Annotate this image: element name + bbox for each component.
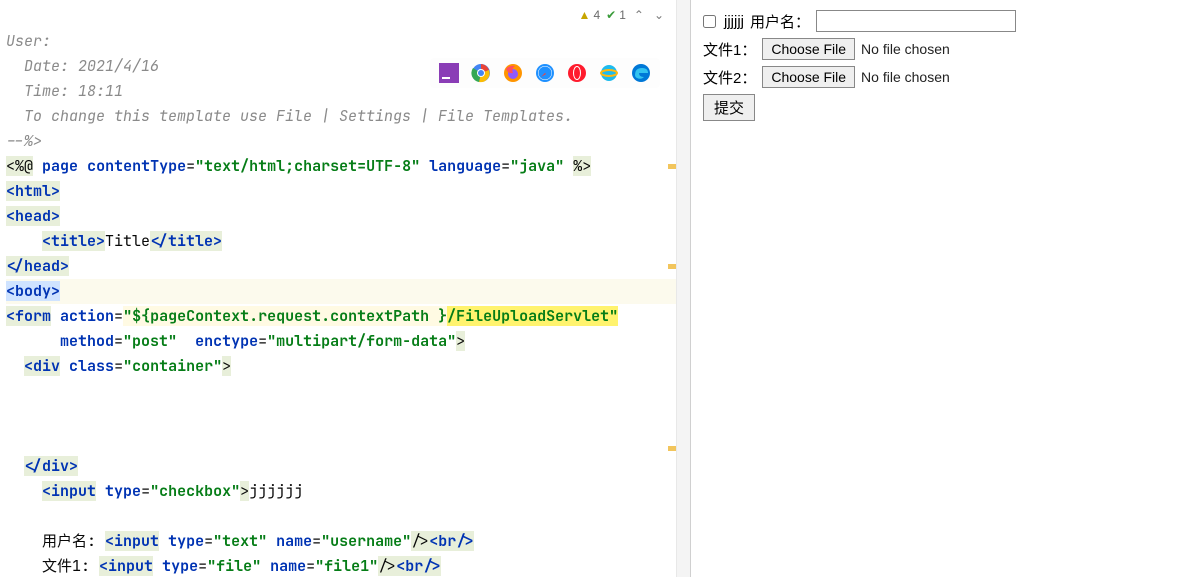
code-editor-pane[interactable]: ▲ 4 ✔ 1 ⌃ ⌄ User: Date: 2021/4/16 Time: … (0, 0, 690, 577)
jsp-page-directive: <%@ page contentType="text/html;charset=… (6, 156, 591, 176)
submit-button[interactable]: 提交 (703, 94, 755, 121)
checkbox-input[interactable] (703, 15, 716, 28)
opera-icon[interactable] (566, 62, 588, 84)
current-line: <body> (6, 279, 684, 304)
intellij-icon[interactable] (438, 62, 460, 84)
head-close-tag: </head> (6, 256, 69, 276)
file2-status: No file chosen (861, 69, 950, 85)
div-open-line: <div class="container"> (6, 356, 231, 376)
gutter-warning-mark[interactable] (668, 446, 676, 451)
file1-line: 文件1: <input type="file" name="file1"/><b… (6, 556, 441, 576)
inspection-warnings[interactable]: ▲ 4 (579, 8, 601, 22)
next-highlight-button[interactable]: ⌄ (652, 8, 666, 22)
chrome-icon[interactable] (470, 62, 492, 84)
checkbox-row: jjjjjj 用户名： (703, 10, 1170, 32)
edge-icon[interactable] (630, 62, 652, 84)
inspection-bar: ▲ 4 ✔ 1 ⌃ ⌄ (579, 8, 666, 22)
checkbox-line: <input type="checkbox">jjjjjj (6, 481, 303, 501)
open-in-browser-toolbar (430, 58, 660, 88)
file2-row: 文件2： Choose File No file chosen (703, 66, 1170, 88)
warning-count: 4 (593, 8, 600, 22)
safari-icon[interactable] (534, 62, 556, 84)
gutter-warning-mark[interactable] (668, 164, 676, 169)
pass-count: 1 (619, 8, 626, 22)
file1-row: 文件1： Choose File No file chosen (703, 38, 1170, 60)
title-line: <title>Title</title> (6, 231, 222, 251)
file1-label: 文件1： (703, 39, 756, 60)
file1-choose-button[interactable]: Choose File (762, 38, 855, 60)
checkbox-label: jjjjjj (724, 13, 744, 30)
ie-icon[interactable] (598, 62, 620, 84)
comment-date: Date: 2021/4/16 (6, 56, 159, 76)
gutter-marks (668, 0, 676, 577)
comment-end: --%> (6, 131, 42, 151)
firefox-icon[interactable] (502, 62, 524, 84)
file2-label: 文件2： (703, 67, 756, 88)
head-open-tag: <head> (6, 206, 60, 226)
form-line-1: <form action="${pageContext.request.cont… (6, 306, 618, 326)
file2-choose-button[interactable]: Choose File (762, 66, 855, 88)
prev-highlight-button[interactable]: ⌃ (632, 8, 646, 22)
editor-scrollbar[interactable] (676, 0, 690, 577)
comment-template: To change this template use File | Setti… (6, 106, 573, 126)
html-open-tag: <html> (6, 181, 60, 201)
div-close-line: </div> (6, 456, 78, 476)
form-line-2: method="post" enctype="multipart/form-da… (6, 331, 465, 351)
inspection-passed[interactable]: ✔ 1 (606, 8, 626, 22)
warning-icon: ▲ (579, 8, 591, 22)
submit-row: 提交 (703, 94, 1170, 121)
username-line: 用户名: <input type="text" name="username"/… (6, 531, 474, 551)
comment-time: Time: 18:11 (6, 81, 123, 101)
check-icon: ✔ (606, 8, 616, 22)
username-input[interactable] (816, 10, 1016, 32)
file1-status: No file chosen (861, 41, 950, 57)
username-label: 用户名： (750, 11, 810, 32)
gutter-warning-mark[interactable] (668, 264, 676, 269)
comment-user: User: (6, 31, 51, 51)
browser-preview-pane: jjjjjj 用户名： 文件1： Choose File No file cho… (690, 0, 1182, 577)
